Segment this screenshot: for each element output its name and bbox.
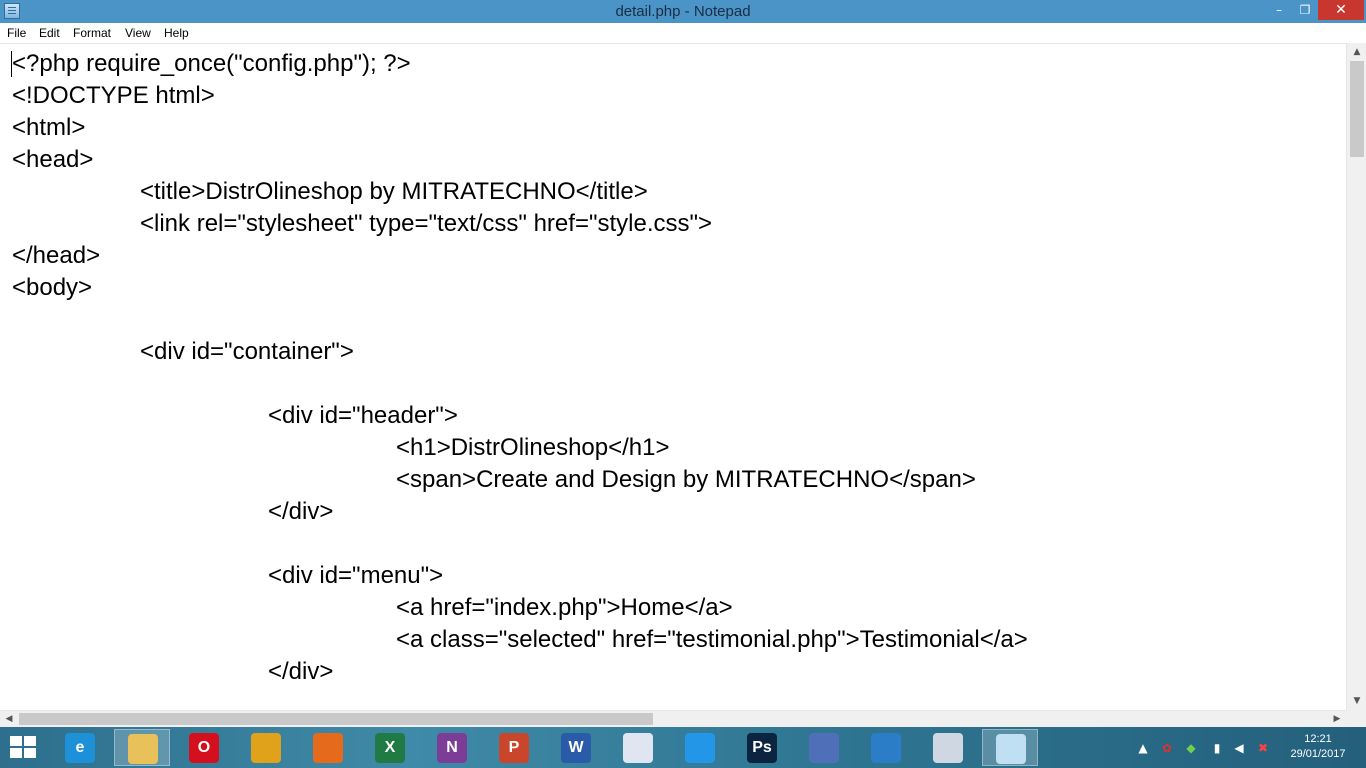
restore-button[interactable]: ❐ — [1292, 0, 1318, 20]
word-icon: W — [561, 733, 591, 763]
powerpoint-icon: P — [499, 733, 529, 763]
file-explorer-icon — [128, 734, 158, 764]
notepad-icon — [996, 734, 1026, 764]
taskbar-shareit[interactable] — [672, 729, 728, 766]
code-line: <!DOCTYPE html> — [12, 82, 215, 109]
battery-icon[interactable]: ▮ — [1210, 741, 1224, 755]
clock[interactable]: 12:21 29/01/2017 — [1280, 732, 1356, 762]
vertical-scroll-thumb[interactable] — [1350, 61, 1364, 157]
code-line: </div> — [268, 658, 334, 685]
code-line: <body> — [12, 274, 93, 301]
menu-edit[interactable]: Edit — [39, 26, 60, 40]
window-title: detail.php - Notepad — [615, 3, 751, 20]
show-hidden-icons-icon[interactable]: ▲ — [1136, 741, 1150, 755]
code-line: <div id="container"> — [140, 338, 354, 365]
windows-logo-icon — [10, 736, 22, 746]
onenote-icon: N — [437, 733, 467, 763]
start-button[interactable] — [10, 736, 38, 760]
menu-help[interactable]: Help — [164, 26, 189, 40]
scroll-right-icon[interactable]: ▶ — [1329, 711, 1345, 727]
photoshop-icon: Ps — [747, 733, 777, 763]
taskbar-firefox[interactable] — [300, 729, 356, 766]
code-line: <h1>DistrOlineshop</h1> — [396, 434, 670, 461]
taskbar: e O X N P W Ps ▲ ✿ ◆ ▮ ◀ ✖ 12:21 29/01/2017 — [0, 727, 1366, 768]
taskbar-chrome[interactable] — [238, 729, 294, 766]
code-line: <head> — [12, 146, 94, 173]
excel-icon: X — [375, 733, 405, 763]
menu-bar: File Edit Format View Help — [0, 23, 1366, 43]
paint-icon — [623, 733, 653, 763]
code-line: <a href="index.php">Home</a> — [396, 594, 733, 621]
taskbar-opera[interactable]: O — [176, 729, 232, 766]
text-editor[interactable]: <?php require_once("config.php"); ?> <!DO… — [0, 43, 1346, 710]
clock-time: 12:21 — [1304, 733, 1332, 745]
network-disconnected-icon[interactable]: ✖ — [1256, 741, 1270, 755]
minimize-button[interactable]: – — [1266, 0, 1292, 20]
clock-date: 29/01/2017 — [1290, 748, 1346, 760]
scrollbar-corner — [1346, 710, 1366, 727]
browser-blue-icon — [871, 733, 901, 763]
vertical-scrollbar[interactable]: ▲ ▼ — [1346, 43, 1366, 710]
taskbar-paint[interactable] — [610, 729, 666, 766]
title-bar: detail.php - Notepad – ❐ ✕ — [0, 0, 1366, 23]
volume-icon[interactable]: ◀ — [1232, 741, 1246, 755]
internet-explorer-icon: e — [65, 733, 95, 763]
taskbar-network-tool[interactable] — [920, 729, 976, 766]
scroll-left-icon[interactable]: ◀ — [1, 711, 17, 727]
taskbar-internet-explorer[interactable]: e — [52, 729, 108, 766]
firefox-icon — [313, 733, 343, 763]
code-line: <div id="header"> — [268, 402, 458, 429]
code-line: <span>Create and Design by MITRATECHNO</… — [396, 466, 976, 493]
scroll-down-icon[interactable]: ▼ — [1349, 693, 1365, 709]
network-tool-icon — [933, 733, 963, 763]
opera-icon: O — [189, 733, 219, 763]
taskbar-word[interactable]: W — [548, 729, 604, 766]
code-line: <?php require_once("config.php"); ?> — [12, 50, 411, 77]
tray-network-app-icon[interactable]: ◆ — [1184, 741, 1198, 755]
taskbar-onenote[interactable]: N — [424, 729, 480, 766]
code-line: </div> — [268, 498, 334, 525]
close-button[interactable]: ✕ — [1318, 0, 1364, 20]
chrome-icon — [251, 733, 281, 763]
taskbar-browser-blue[interactable] — [858, 729, 914, 766]
code-line: <html> — [12, 114, 86, 141]
code-line: <link rel="stylesheet" type="text/css" h… — [140, 210, 713, 237]
scroll-up-icon[interactable]: ▲ — [1349, 44, 1365, 60]
code-line: <div id="menu"> — [268, 562, 444, 589]
horizontal-scroll-thumb[interactable] — [19, 713, 653, 725]
menu-file[interactable]: File — [7, 26, 26, 40]
taskbar-powerpoint[interactable]: P — [486, 729, 542, 766]
taskbar-file-explorer[interactable] — [114, 729, 170, 766]
menu-view[interactable]: View — [125, 26, 151, 40]
shareit-icon — [685, 733, 715, 763]
storm-app-icon — [809, 733, 839, 763]
menu-format[interactable]: Format — [73, 26, 111, 40]
taskbar-photoshop[interactable]: Ps — [734, 729, 790, 766]
taskbar-storm-app[interactable] — [796, 729, 852, 766]
code-line: </head> — [12, 242, 101, 269]
taskbar-notepad[interactable] — [982, 729, 1038, 766]
taskbar-excel[interactable]: X — [362, 729, 418, 766]
tray-app-icon[interactable]: ✿ — [1160, 741, 1174, 755]
code-content[interactable]: <?php require_once("config.php"); ?> <!DO… — [12, 48, 1028, 688]
code-line: <title>DistrOlineshop by MITRATECHNO</ti… — [140, 178, 648, 205]
code-line: <a class="selected" href="testimonial.ph… — [396, 626, 1028, 653]
horizontal-scrollbar[interactable]: ◀ ▶ — [0, 710, 1346, 727]
